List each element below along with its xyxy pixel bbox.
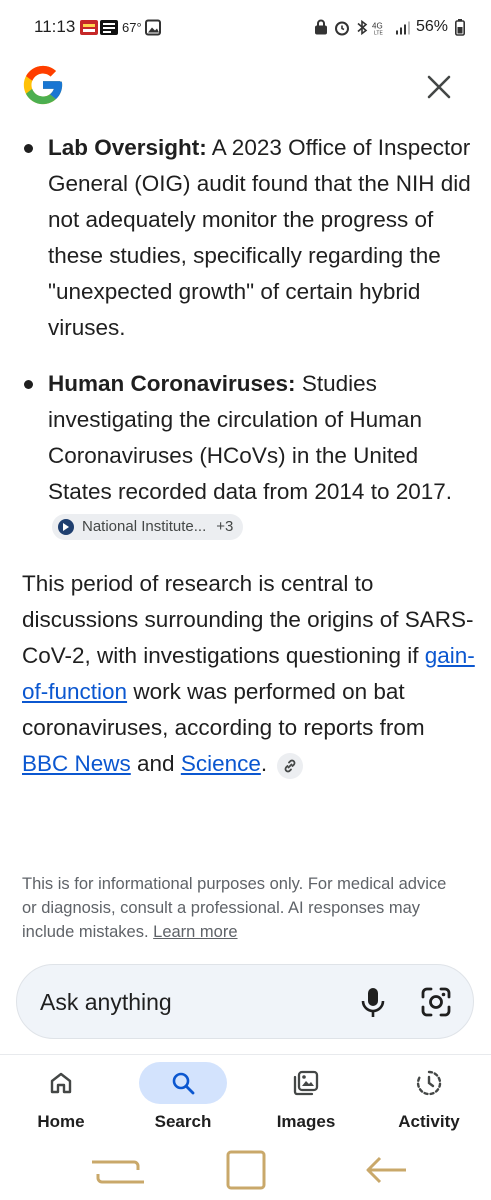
paragraph-text: This period of research is central to di… xyxy=(22,571,474,668)
nav-search[interactable]: Search xyxy=(122,1056,244,1142)
app-notification-icon xyxy=(80,20,98,35)
bullet-text: A 2023 Office of Inspector General (OIG)… xyxy=(48,135,471,340)
nav-label: Images xyxy=(276,1112,336,1131)
nav-activity[interactable]: Activity xyxy=(368,1056,490,1142)
nav-icon-container xyxy=(262,1062,350,1104)
images-icon xyxy=(293,1070,319,1096)
nav-label: Home xyxy=(37,1112,85,1131)
google-g-logo-icon xyxy=(23,65,63,105)
microphone-icon[interactable] xyxy=(357,985,389,1019)
signal-icon xyxy=(396,21,410,35)
list-item: Lab Oversight: A 2023 Office of Inspecto… xyxy=(0,130,491,346)
gallery-icon xyxy=(145,19,161,36)
bullet-dot xyxy=(24,380,33,389)
home-icon xyxy=(50,1072,72,1094)
science-link[interactable]: Science xyxy=(181,751,261,776)
svg-text:LTE: LTE xyxy=(374,31,383,37)
nav-icon-container xyxy=(385,1062,473,1104)
nav-label: Search xyxy=(154,1112,212,1131)
paragraph-text: and xyxy=(130,751,181,776)
news-notification-icon xyxy=(100,20,118,35)
link-icon xyxy=(285,759,296,773)
activity-icon xyxy=(416,1070,442,1096)
close-button[interactable] xyxy=(422,70,456,104)
nav-home[interactable]: Home xyxy=(0,1056,122,1142)
lock-alarm-icon xyxy=(315,19,327,35)
nav-images[interactable]: Images xyxy=(245,1056,367,1142)
status-bar: 11:13 67° 4G LTE 56% xyxy=(0,0,491,56)
bottom-navigation: Home Search Images Activity xyxy=(0,1056,491,1142)
bullet-title: Lab Oversight: xyxy=(48,135,207,160)
divider xyxy=(0,1054,491,1055)
google-lens-icon[interactable] xyxy=(419,985,453,1019)
ask-input-placeholder: Ask anything xyxy=(40,989,172,1015)
status-time: 11:13 xyxy=(34,17,76,36)
learn-more-link[interactable]: Learn more xyxy=(153,923,237,941)
bbc-news-link[interactable]: BBC News xyxy=(22,751,131,776)
back-button-icon[interactable] xyxy=(362,1148,408,1192)
bullet-title: Human Coronaviruses: xyxy=(48,371,296,396)
disclaimer: This is for informational purposes only.… xyxy=(22,872,462,944)
status-battery-text: 56% xyxy=(416,18,449,35)
nav-label: Activity xyxy=(398,1112,460,1131)
recent-apps-icon[interactable] xyxy=(88,1148,148,1192)
ai-answer: Lab Oversight: A 2023 Office of Inspecto… xyxy=(0,130,491,782)
list-item: Human Coronaviruses: Studies investigati… xyxy=(0,366,491,546)
source-chip-count: +3 xyxy=(216,518,234,535)
status-temperature: 67° xyxy=(122,20,142,35)
nav-icon-container xyxy=(139,1062,227,1104)
close-icon xyxy=(427,75,451,99)
home-button-icon[interactable] xyxy=(224,1148,268,1192)
summary-paragraph: This period of research is central to di… xyxy=(0,566,491,782)
alarm-icon xyxy=(335,21,349,36)
source-chip[interactable]: National Institute... +3 xyxy=(52,514,244,540)
ask-anything-input[interactable]: Ask anything xyxy=(16,964,474,1039)
bullet-dot xyxy=(24,144,33,153)
search-icon xyxy=(172,1072,195,1095)
battery-icon xyxy=(455,19,465,36)
lte-icon: 4GLTE xyxy=(372,22,383,37)
sources-link-button[interactable] xyxy=(277,753,304,779)
source-favicon-icon xyxy=(58,519,74,535)
bluetooth-icon xyxy=(357,19,368,36)
nav-icon-container xyxy=(17,1062,105,1104)
system-navigation-bar xyxy=(0,1142,491,1200)
source-chip-label: National Institute... xyxy=(82,518,207,535)
paragraph-text: . xyxy=(260,751,268,776)
svg-text:4G: 4G xyxy=(372,22,383,31)
